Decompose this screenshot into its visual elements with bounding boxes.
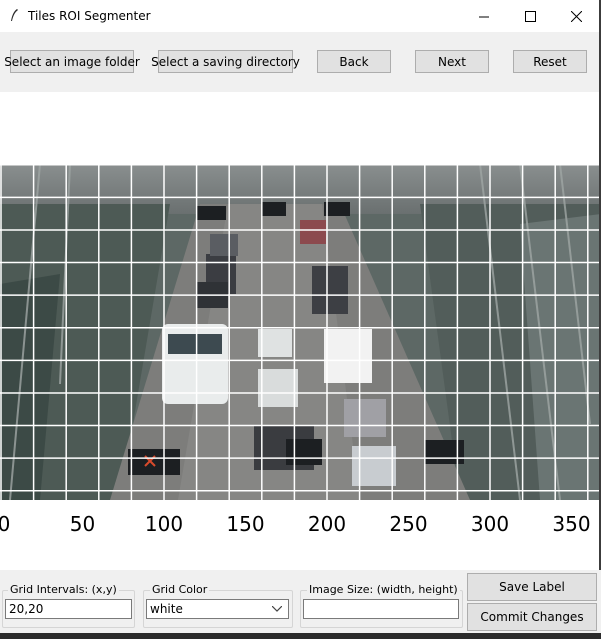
grid-color-select[interactable]: white [146, 599, 289, 619]
reset-button[interactable]: Reset [513, 50, 587, 73]
grid-color-value: white [150, 602, 183, 616]
maximize-button[interactable] [507, 0, 553, 32]
image-size-label: Image Size: (width, height) [307, 583, 460, 596]
save-label-button[interactable]: Save Label [467, 573, 597, 601]
back-button[interactable]: Back [317, 50, 391, 73]
x-tick-label: 250 [389, 512, 428, 536]
toolbar: Select an image folder Select a saving d… [0, 32, 601, 92]
grid-intervals-input[interactable]: 20,20 [5, 599, 132, 619]
next-button[interactable]: Next [415, 50, 489, 73]
x-tick-label: 50 [69, 512, 96, 536]
maximize-icon [524, 10, 536, 22]
commit-changes-button[interactable]: Commit Changes [467, 603, 597, 631]
window-bottom-border [0, 633, 601, 639]
title-bar: Tiles ROI Segmenter [0, 0, 601, 32]
select-image-folder-button[interactable]: Select an image folder [4, 50, 140, 73]
grid-color-label: Grid Color [150, 583, 210, 596]
window-title: Tiles ROI Segmenter [28, 9, 151, 23]
minimize-button[interactable] [461, 0, 507, 32]
image-size-input[interactable] [303, 599, 459, 619]
x-tick-label: 200 [307, 512, 347, 536]
close-icon [570, 10, 582, 22]
grid-intervals-label: Grid Intervals: (x,y) [8, 583, 119, 596]
feather-icon [11, 9, 18, 21]
chevron-down-icon [272, 606, 282, 612]
x-tick-label: 0 [0, 512, 11, 536]
minimize-icon [478, 16, 489, 17]
x-tick-label: 150 [226, 512, 265, 536]
x-tick-label: 350 [552, 512, 591, 536]
x-tick-label: 300 [470, 512, 510, 536]
select-saving-directory-button[interactable]: Select a saving directory [151, 50, 300, 73]
image-figure[interactable] [0, 164, 601, 500]
close-button[interactable] [553, 0, 599, 32]
x-tick-label: 100 [144, 512, 184, 536]
